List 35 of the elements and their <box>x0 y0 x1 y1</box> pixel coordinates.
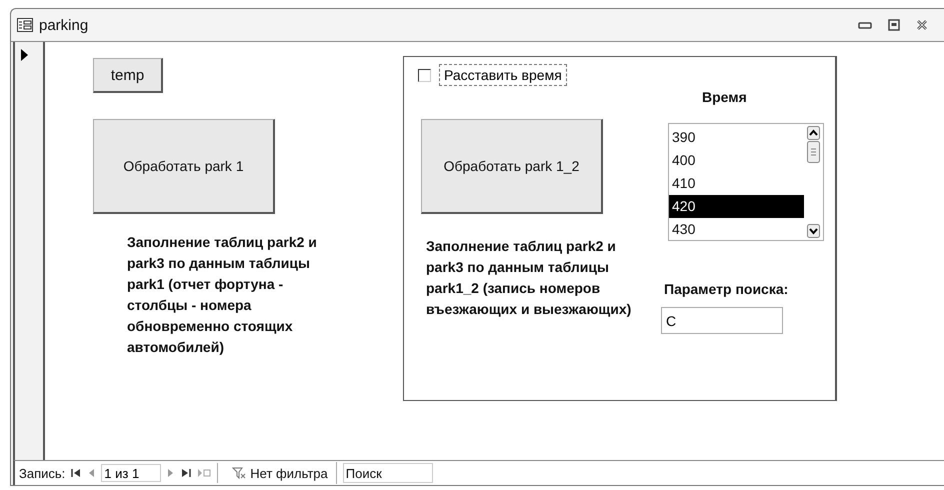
scroll-thumb-icon[interactable] <box>807 141 820 163</box>
scrollbar[interactable] <box>804 124 823 240</box>
scroll-up-icon[interactable] <box>807 126 820 140</box>
record-label: Запись: <box>19 466 66 480</box>
list-item[interactable]: 410 <box>669 172 804 195</box>
form-icon <box>17 18 33 32</box>
description-text: Заполнение таблиц park2 и park3 по данным таблицы park1 (отчет фортуна - столбцы - номера обновременно стоящих автомобилей) <box>127 233 318 357</box>
time-listbox[interactable]: 390 400 410 420 430 <box>668 123 824 241</box>
search-field[interactable]: С <box>661 307 783 334</box>
maximize-icon[interactable] <box>888 19 900 31</box>
record-selector[interactable] <box>15 42 45 460</box>
next-record-icon[interactable] <box>167 468 176 478</box>
checkbox[interactable] <box>418 68 431 82</box>
first-record-icon[interactable] <box>71 468 82 478</box>
list-item[interactable]: 430 <box>669 218 804 241</box>
funnel-icon <box>232 467 246 479</box>
list-label: Время <box>702 89 747 105</box>
list-item[interactable]: 420 <box>669 195 804 218</box>
window-title: parking <box>39 16 88 34</box>
last-record-icon[interactable] <box>181 468 192 478</box>
process-button[interactable]: Обработать park 1_2 <box>421 119 603 214</box>
minimize-icon[interactable] <box>858 20 872 30</box>
close-icon[interactable] <box>916 19 928 31</box>
search-label: Параметр поиска: <box>664 281 788 297</box>
temp-button[interactable]: temp <box>93 58 163 93</box>
current-record-icon <box>21 49 28 61</box>
list-item[interactable]: 390 <box>669 126 804 149</box>
record-position-field[interactable]: 1 из 1 <box>101 464 162 482</box>
previous-record-icon[interactable] <box>87 468 96 478</box>
list-item[interactable]: 400 <box>669 149 804 172</box>
search-field[interactable]: Поиск <box>342 463 433 483</box>
process-button[interactable]: Обработать park 1 <box>93 119 275 214</box>
description-text: Заполнение таблиц park2 и park3 по данным таблицы park1_2 (запись номеров въезжающих и выезжающих) <box>426 237 632 319</box>
scroll-down-icon[interactable] <box>807 224 820 238</box>
checkbox-label[interactable]: Расставить время <box>439 64 567 86</box>
